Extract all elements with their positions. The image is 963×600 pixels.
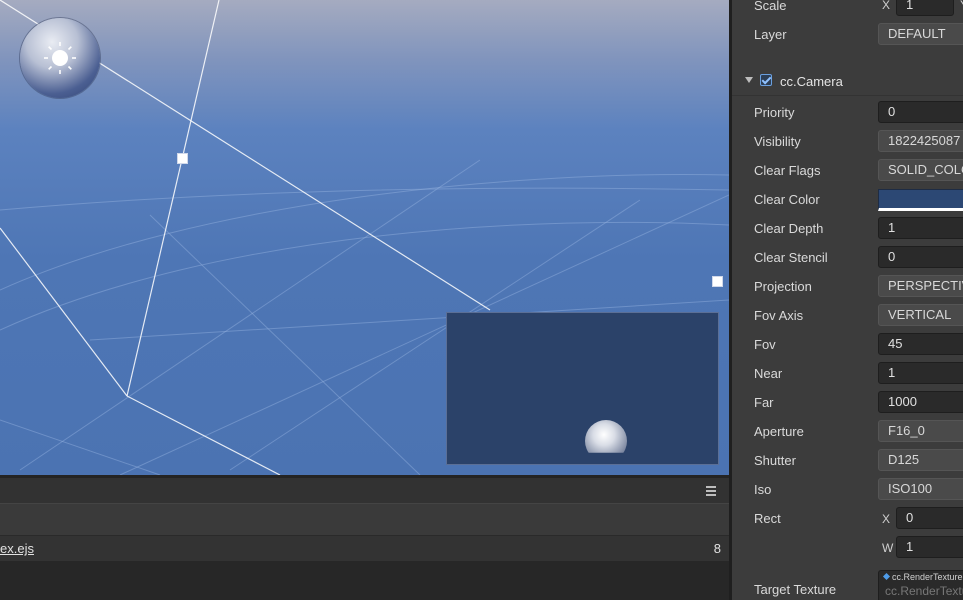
far-label: Far [754, 395, 774, 410]
collapse-arrow-icon[interactable] [745, 77, 753, 83]
texture-type-tag: cc.RenderTexture [882, 572, 963, 582]
console-toolbar [0, 503, 729, 536]
directional-light-gizmo[interactable] [20, 18, 100, 98]
visibility-label: Visibility [754, 134, 801, 149]
console-file-link[interactable]: ex.ejs [0, 536, 34, 561]
priority-input[interactable]: 0 [878, 101, 963, 123]
scale-x-axis-label: X [882, 0, 891, 12]
clear-depth-label: Clear Depth [754, 221, 824, 236]
aperture-select[interactable]: F16_0 [878, 420, 963, 442]
priority-label: Priority [754, 105, 795, 120]
fov-label: Fov [754, 337, 776, 352]
component-title: cc.Camera [780, 74, 843, 89]
layer-label: Layer [754, 27, 787, 42]
clear-stencil-input[interactable]: 0 [878, 246, 963, 268]
frustum-handle[interactable] [712, 276, 723, 287]
inspector-panel: Scale X 1 Y Layer DEFAULT cc.Camera Prio… [732, 0, 963, 600]
layer-select[interactable]: DEFAULT [878, 23, 963, 45]
fov-input[interactable]: 45 [878, 333, 963, 355]
shutter-select[interactable]: D125 [878, 449, 963, 471]
near-input[interactable]: 1 [878, 362, 963, 384]
console-log-area [0, 561, 729, 600]
target-texture-field[interactable]: cc.RenderTexture cc.RenderTexture [878, 570, 963, 600]
rect-w-input[interactable]: 1 [896, 536, 963, 558]
projection-select[interactable]: PERSPECTIVE [878, 275, 963, 297]
camera-preview [446, 312, 719, 465]
console-header [0, 475, 729, 503]
clear-stencil-label: Clear Stencil [754, 250, 828, 265]
scale-x-input[interactable]: 1 [896, 0, 954, 16]
projection-label: Projection [754, 279, 812, 294]
clear-color-label: Clear Color [754, 192, 820, 207]
iso-label: Iso [754, 482, 772, 497]
hamburger-menu-icon[interactable] [706, 486, 716, 496]
near-label: Near [754, 366, 783, 381]
console-message-count: 8 [713, 541, 721, 556]
sun-icon [44, 42, 76, 74]
visibility-select[interactable]: 1822425087 [878, 130, 963, 152]
rect-x-input[interactable]: 0 [896, 507, 963, 529]
fov-axis-label: Fov Axis [754, 308, 804, 323]
console-log-row[interactable]: ex.ejs 8 [0, 536, 729, 561]
preview-sphere [585, 420, 627, 453]
scale-label: Scale [754, 0, 787, 13]
fov-axis-select[interactable]: VERTICAL [878, 304, 963, 326]
component-enabled-checkbox[interactable] [760, 74, 772, 86]
rect-label: Rect [754, 511, 781, 526]
clear-color-swatch[interactable] [878, 189, 963, 211]
clear-flags-select[interactable]: SOLID_COLOR [878, 159, 963, 181]
rect-x-axis-label: X [882, 512, 891, 526]
scene-viewport[interactable] [0, 0, 729, 475]
clear-depth-input[interactable]: 1 [878, 217, 963, 239]
clear-flags-label: Clear Flags [754, 163, 821, 178]
far-input[interactable]: 1000 [878, 391, 963, 413]
target-texture-label: Target Texture [754, 582, 837, 597]
shutter-label: Shutter [754, 453, 796, 468]
camera-component-header[interactable]: cc.Camera [732, 68, 963, 96]
rect-w-axis-label: W [882, 541, 894, 555]
iso-select[interactable]: ISO100 [878, 478, 963, 500]
texture-type-text: cc.RenderTexture [892, 572, 963, 582]
aperture-label: Aperture [754, 424, 804, 439]
frustum-handle[interactable] [177, 153, 188, 164]
target-texture-placeholder: cc.RenderTexture [885, 584, 963, 598]
asset-type-icon [882, 572, 891, 581]
